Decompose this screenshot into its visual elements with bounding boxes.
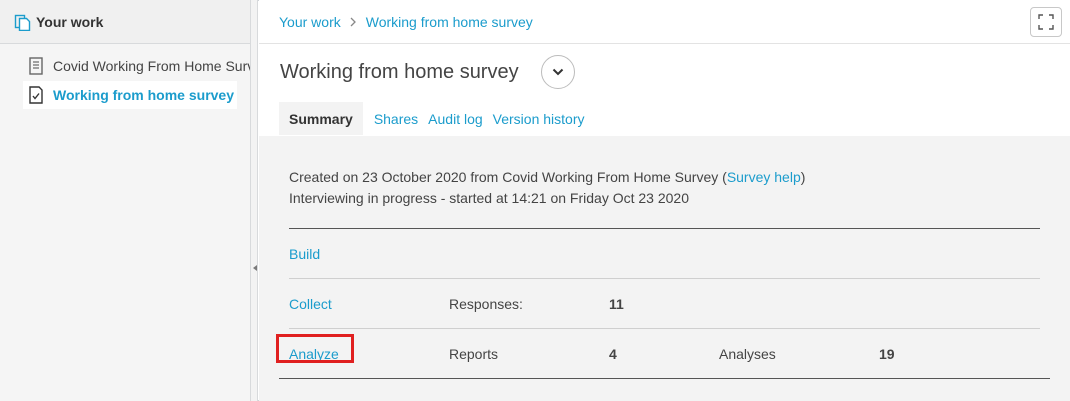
sidebar: Your work Covid Working From Home Survey…	[0, 0, 251, 401]
document-menu-button[interactable]	[540, 55, 575, 89]
breadcrumb: Your work Working from home survey	[259, 0, 1070, 44]
analyses-label: Analyses	[719, 345, 776, 362]
build-link[interactable]: Build	[289, 246, 449, 262]
checklist-document-icon	[29, 86, 43, 104]
documents-icon	[14, 14, 31, 31]
tab-version-history[interactable]: Version history	[488, 111, 590, 135]
document-tree: Covid Working From Home Survey Working f…	[0, 44, 250, 109]
survey-help-link[interactable]: Survey help	[727, 169, 801, 185]
page-title: Working from home survey	[280, 60, 519, 83]
tab-audit-log[interactable]: Audit log	[423, 111, 487, 135]
panel-splitter[interactable]	[251, 0, 258, 401]
breadcrumb-current[interactable]: Working from home survey	[366, 14, 533, 30]
tree-item-label: Working from home survey	[53, 87, 235, 103]
summary-panel: Created on 23 October 2020 from Covid Wo…	[259, 136, 1070, 401]
fullscreen-button[interactable]	[1030, 7, 1062, 37]
tab-summary[interactable]: Summary	[279, 102, 363, 135]
chevron-right-icon	[350, 17, 356, 26]
collect-row: Collect Responses: 11	[289, 279, 1040, 329]
main-panel: Your work Working from home survey Worki…	[259, 0, 1070, 401]
breadcrumb-your-work[interactable]: Your work	[279, 14, 341, 30]
status-line: Interviewing in progress - started at 14…	[289, 190, 689, 206]
analyses-value: 19	[879, 345, 895, 362]
highlight-box	[276, 334, 354, 363]
collapse-arrow-icon[interactable]	[253, 265, 257, 271]
created-line: Created on 23 October 2020 from Covid Wo…	[289, 167, 1070, 188]
tree-item-covid-survey[interactable]: Covid Working From Home Survey	[0, 52, 250, 80]
created-suffix: )	[800, 169, 806, 185]
reports-label: Reports	[449, 345, 499, 362]
tab-shares[interactable]: Shares	[369, 111, 423, 135]
sidebar-header: Your work	[0, 0, 250, 44]
document-icon	[29, 57, 43, 75]
created-text: Created on 23 October 2020 from Covid Wo…	[289, 169, 727, 185]
analyze-row: Analyze Reports 4 Analyses 19	[276, 329, 1050, 379]
tree-item-working-from-home[interactable]: Working from home survey	[23, 81, 237, 109]
expand-icon	[1038, 14, 1054, 30]
sidebar-title: Your work	[36, 13, 104, 30]
title-row: Working from home survey	[259, 44, 1070, 100]
responses-label: Responses:	[449, 295, 523, 312]
summary-info: Created on 23 October 2020 from Covid Wo…	[289, 136, 1070, 209]
reports-value: 4	[609, 345, 617, 362]
tab-bar: Summary Shares Audit log Version history	[259, 100, 1070, 135]
build-row: Build	[289, 229, 1040, 279]
tree-item-label: Covid Working From Home Survey	[53, 58, 250, 74]
chevron-down-icon	[552, 68, 563, 76]
responses-value: 11	[609, 295, 624, 312]
collect-link[interactable]: Collect	[289, 296, 449, 312]
